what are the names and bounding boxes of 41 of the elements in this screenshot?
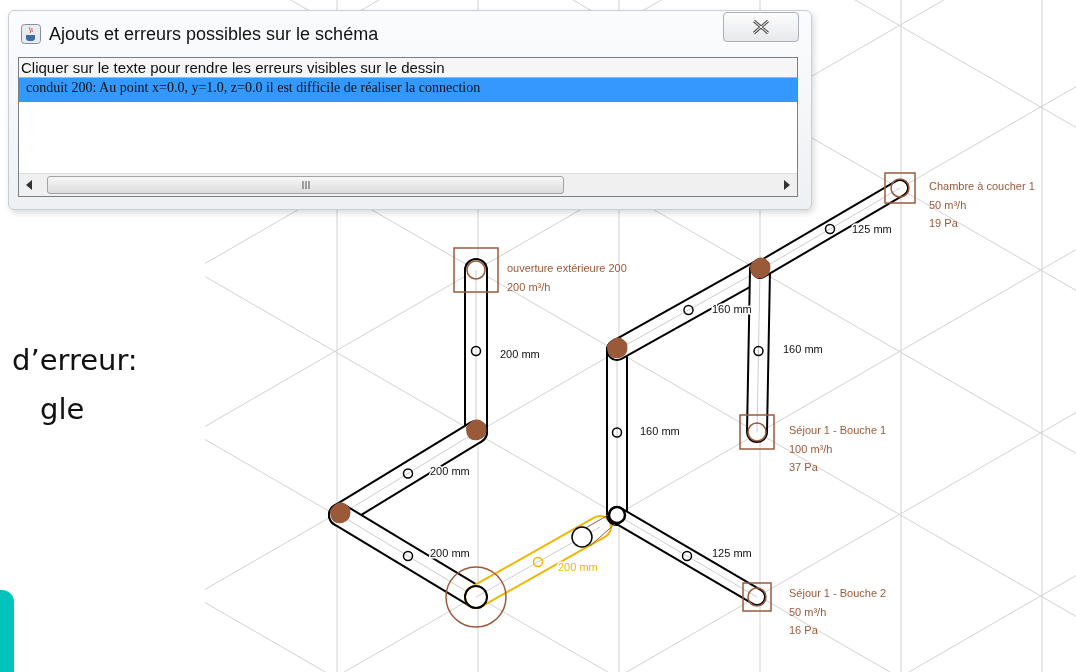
terminal-label: 16 Pa [789, 624, 818, 636]
terminal-icon [453, 247, 499, 293]
terminal-label: 200 m³/h [507, 280, 551, 293]
error-marker [330, 502, 351, 524]
terminal-label: Séjour 1 - Bouche 1 [789, 424, 887, 436]
slide-text: gle [40, 392, 85, 426]
slide-text: d’erreur: [12, 343, 138, 377]
close-button[interactable] [723, 12, 799, 42]
duct-end-circle [464, 585, 488, 609]
dimension-label: 200 mm [430, 547, 470, 559]
terminal-icon [742, 582, 772, 612]
terminal-label: ouverture extérieure 200 [507, 262, 627, 274]
list-item[interactable]: conduit 200: Au point x=0.0, y=1.0, z=0.0 il est difficile de réaliser la connection [19, 78, 797, 102]
dimension-label: 160 mm [640, 425, 680, 437]
junction-circle [607, 505, 627, 525]
list-header: Cliquer sur le texte pour rendre les erreurs visibles sur le dessin [19, 58, 797, 78]
terminal-label: 19 Pa [929, 217, 958, 229]
error-marker [607, 337, 628, 359]
terminal-label: 50 m³/h [929, 198, 967, 211]
terminal-icon [739, 414, 775, 450]
close-icon [751, 19, 771, 35]
right-arrow-icon[interactable] [783, 180, 791, 190]
scrollbar-thumb[interactable] [47, 176, 564, 194]
error-circle [445, 566, 507, 628]
dimension-label: 200 mm [558, 561, 598, 573]
window-title: Ajouts et erreurs possibles sur le schéma [49, 23, 380, 45]
dimension-label: 125 mm [852, 223, 892, 235]
terminal-label: Séjour 1 - Bouche 2 [789, 587, 887, 599]
dimension-label: 160 mm [783, 343, 823, 355]
horizontal-scrollbar[interactable] [19, 173, 797, 196]
cup-icon [21, 24, 41, 44]
dimension-label: 125 mm [712, 547, 752, 559]
terminal-icon [884, 172, 916, 204]
terminal-label: 100 m³/h [789, 442, 833, 455]
dimension-label: 200 mm [500, 348, 540, 360]
error-marker [750, 257, 771, 279]
terminal-label: 50 m³/h [789, 605, 827, 618]
error-marker [466, 419, 487, 441]
left-arrow-icon[interactable] [25, 180, 33, 190]
terminal-label: 37 Pa [789, 461, 818, 473]
terminal-label: Chambre à coucher 1 [929, 180, 1035, 192]
